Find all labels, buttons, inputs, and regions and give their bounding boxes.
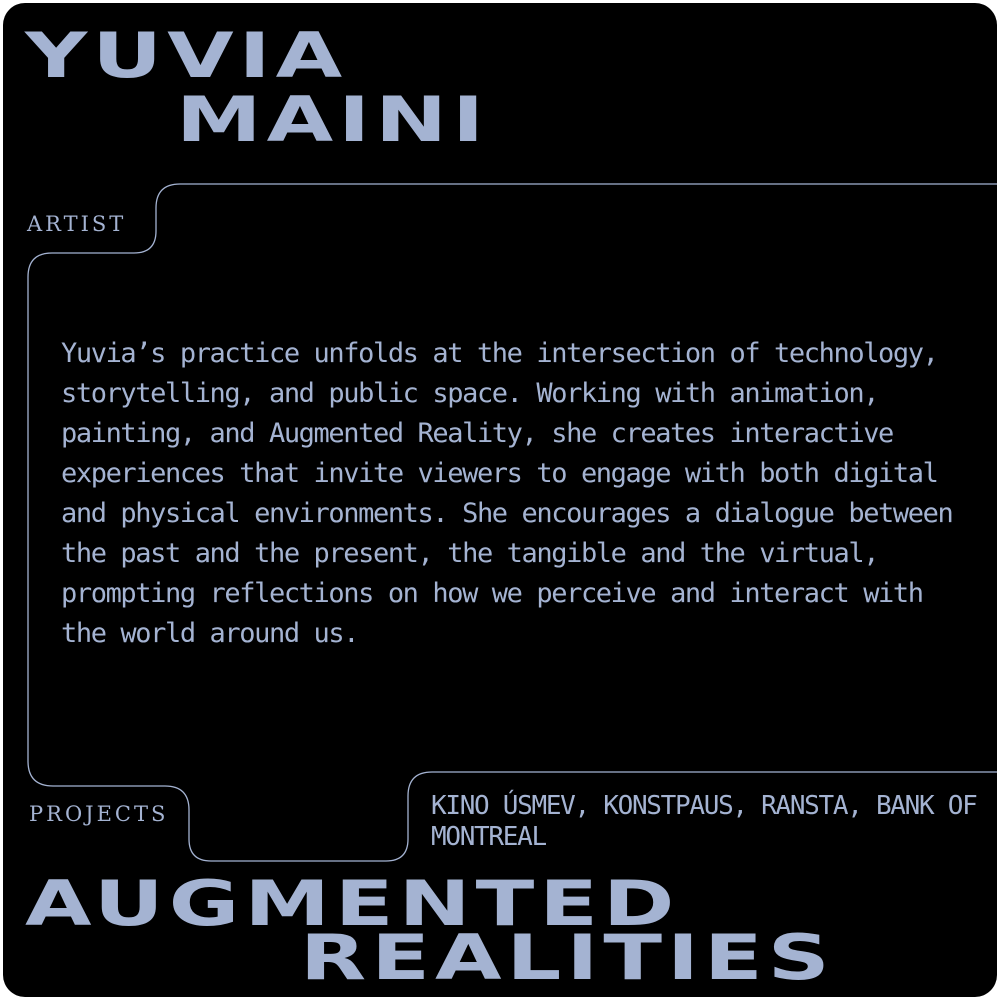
projects-list: KINO ÚSMEV, KONSTPAUS, RANSTA, BANK OF M… [431, 791, 978, 852]
footer-title-line-2: REALITIES [300, 921, 835, 994]
artist-label: ARTIST [27, 212, 127, 236]
artist-card: YUVIA MAINI ARTIST Yuvia’s practice unfo… [3, 3, 997, 997]
artist-bio: Yuvia’s practice unfolds at the intersec… [61, 338, 954, 649]
projects-label: PROJECTS [29, 802, 169, 826]
